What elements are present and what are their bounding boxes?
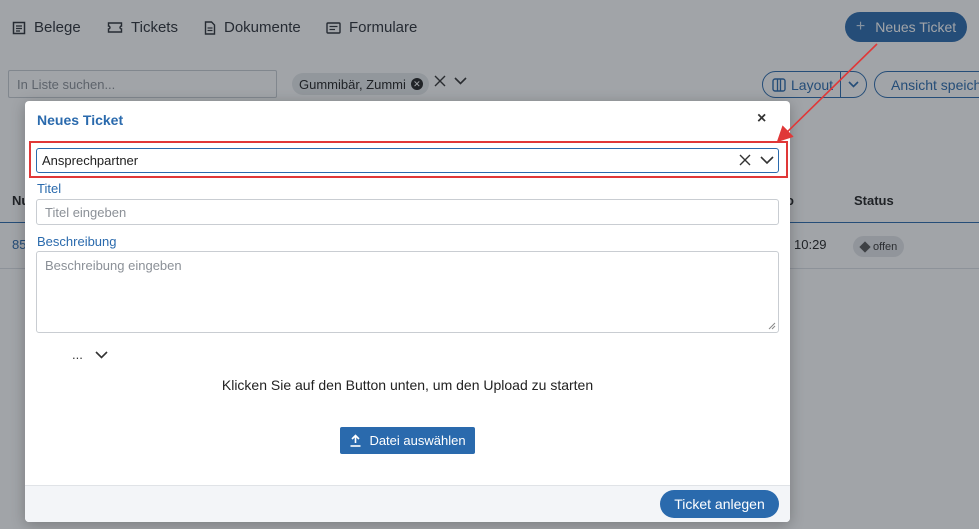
dialog-title: Neues Ticket (37, 112, 124, 128)
upload-hint: Klicken Sie auf den Button unten, um den… (221, 377, 594, 393)
description-placeholder: Beschreibung eingeben (45, 258, 182, 273)
chevron-down-icon[interactable] (760, 156, 774, 165)
dialog-footer: Ticket anlegen (25, 485, 790, 522)
resize-grip-icon[interactable] (768, 322, 776, 330)
title-input[interactable]: Titel eingeben (36, 199, 779, 225)
title-label: Titel (37, 181, 62, 196)
chevron-down-icon (95, 350, 108, 359)
close-icon[interactable]: × (757, 110, 766, 128)
choose-file-label: Datei auswählen (369, 433, 466, 448)
upload-icon (350, 434, 361, 447)
more-fields-toggle[interactable]: ... (72, 347, 108, 362)
description-label: Beschreibung (37, 234, 117, 249)
choose-file-button[interactable]: Datei auswählen (340, 427, 475, 454)
description-textarea[interactable]: Beschreibung eingeben (36, 251, 779, 333)
create-ticket-button[interactable]: Ticket anlegen (660, 490, 779, 518)
more-label: ... (72, 347, 83, 362)
contact-select[interactable]: Ansprechpartner (36, 148, 779, 173)
clear-icon[interactable] (739, 154, 751, 166)
new-ticket-dialog: Neues Ticket × Ansprechpartner Titel Tit… (25, 101, 790, 522)
